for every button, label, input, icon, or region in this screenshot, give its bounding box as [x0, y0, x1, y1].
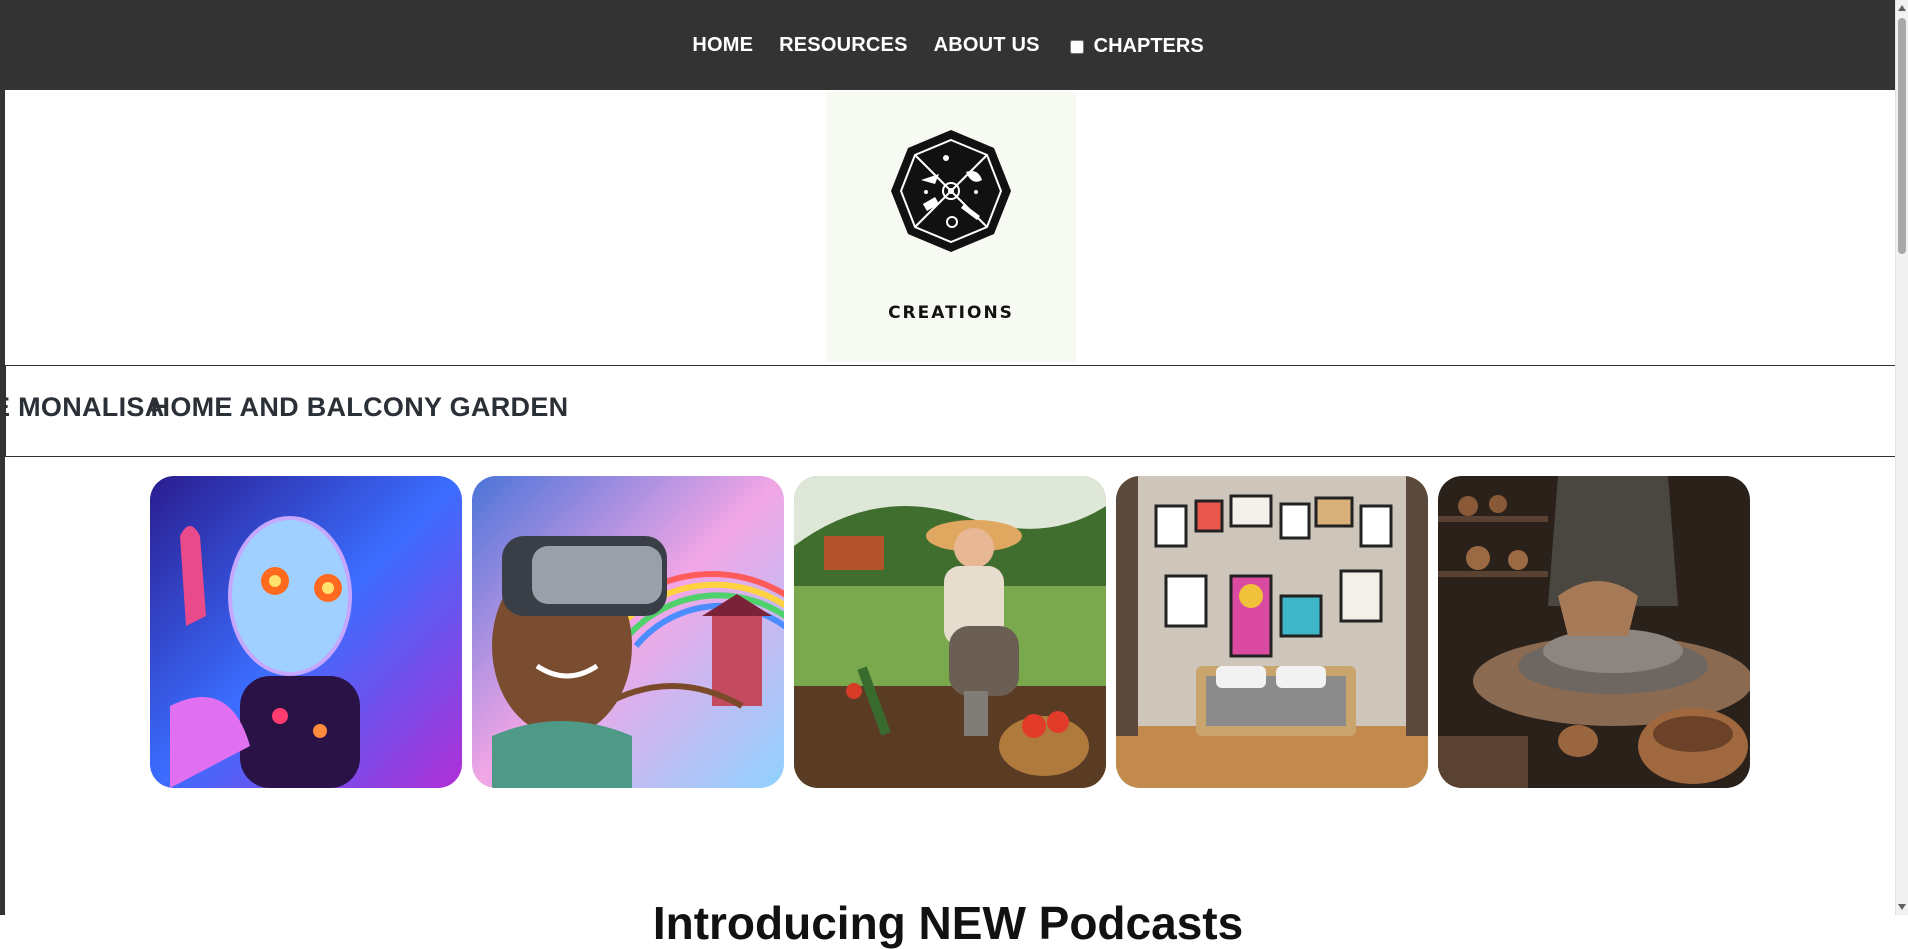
chapters-checkbox[interactable] — [1069, 39, 1084, 54]
window-left-edge — [0, 0, 5, 915]
logo-text: CREATIONS — [888, 303, 1014, 323]
image-gallery — [150, 476, 1750, 788]
scrolling-marquee: E MONALISAHOME AND BALCONY GARDEN — [5, 365, 1896, 457]
pottery-wheel-image-icon — [1438, 476, 1750, 788]
nav-chapters-toggle[interactable]: CHAPTERS — [1069, 32, 1204, 58]
scrollbar-thumb[interactable] — [1898, 18, 1906, 254]
section-heading: Introducing NEW Podcasts — [652, 897, 1244, 949]
marquee-item[interactable]: HOME AND BALCONY GARDEN — [151, 392, 569, 422]
marquee-item[interactable]: E MONALISA — [6, 392, 165, 422]
nav-home-link[interactable]: HOME — [692, 34, 753, 57]
gardening-woman-image-icon — [794, 476, 1106, 788]
site-logo[interactable]: CREATIONS — [826, 92, 1076, 362]
gallery-card-vr[interactable] — [472, 476, 784, 788]
nav-resources-link[interactable]: RESOURCES — [779, 34, 908, 57]
scroll-up-arrow-icon[interactable] — [1898, 5, 1906, 11]
gallery-card-robot[interactable] — [150, 476, 462, 788]
vertical-scrollbar[interactable] — [1895, 0, 1908, 915]
scroll-down-arrow-icon[interactable] — [1898, 904, 1906, 910]
gallery-card-garden[interactable] — [794, 476, 1106, 788]
vr-headset-image-icon — [472, 476, 784, 788]
nav-about-link[interactable]: ABOUT US — [934, 34, 1040, 57]
marquee-track: E MONALISAHOME AND BALCONY GARDEN — [6, 392, 568, 423]
top-navigation: HOME RESOURCES ABOUT US CHAPTERS — [0, 0, 1896, 90]
gallery-card-pottery[interactable] — [1438, 476, 1750, 788]
bedroom-gallery-wall-image-icon — [1116, 476, 1428, 788]
robot-image-icon — [150, 476, 462, 788]
gallery-card-bedroom[interactable] — [1116, 476, 1428, 788]
creations-logo-icon: CREATIONS — [888, 130, 1014, 323]
chapters-label: CHAPTERS — [1093, 35, 1204, 57]
